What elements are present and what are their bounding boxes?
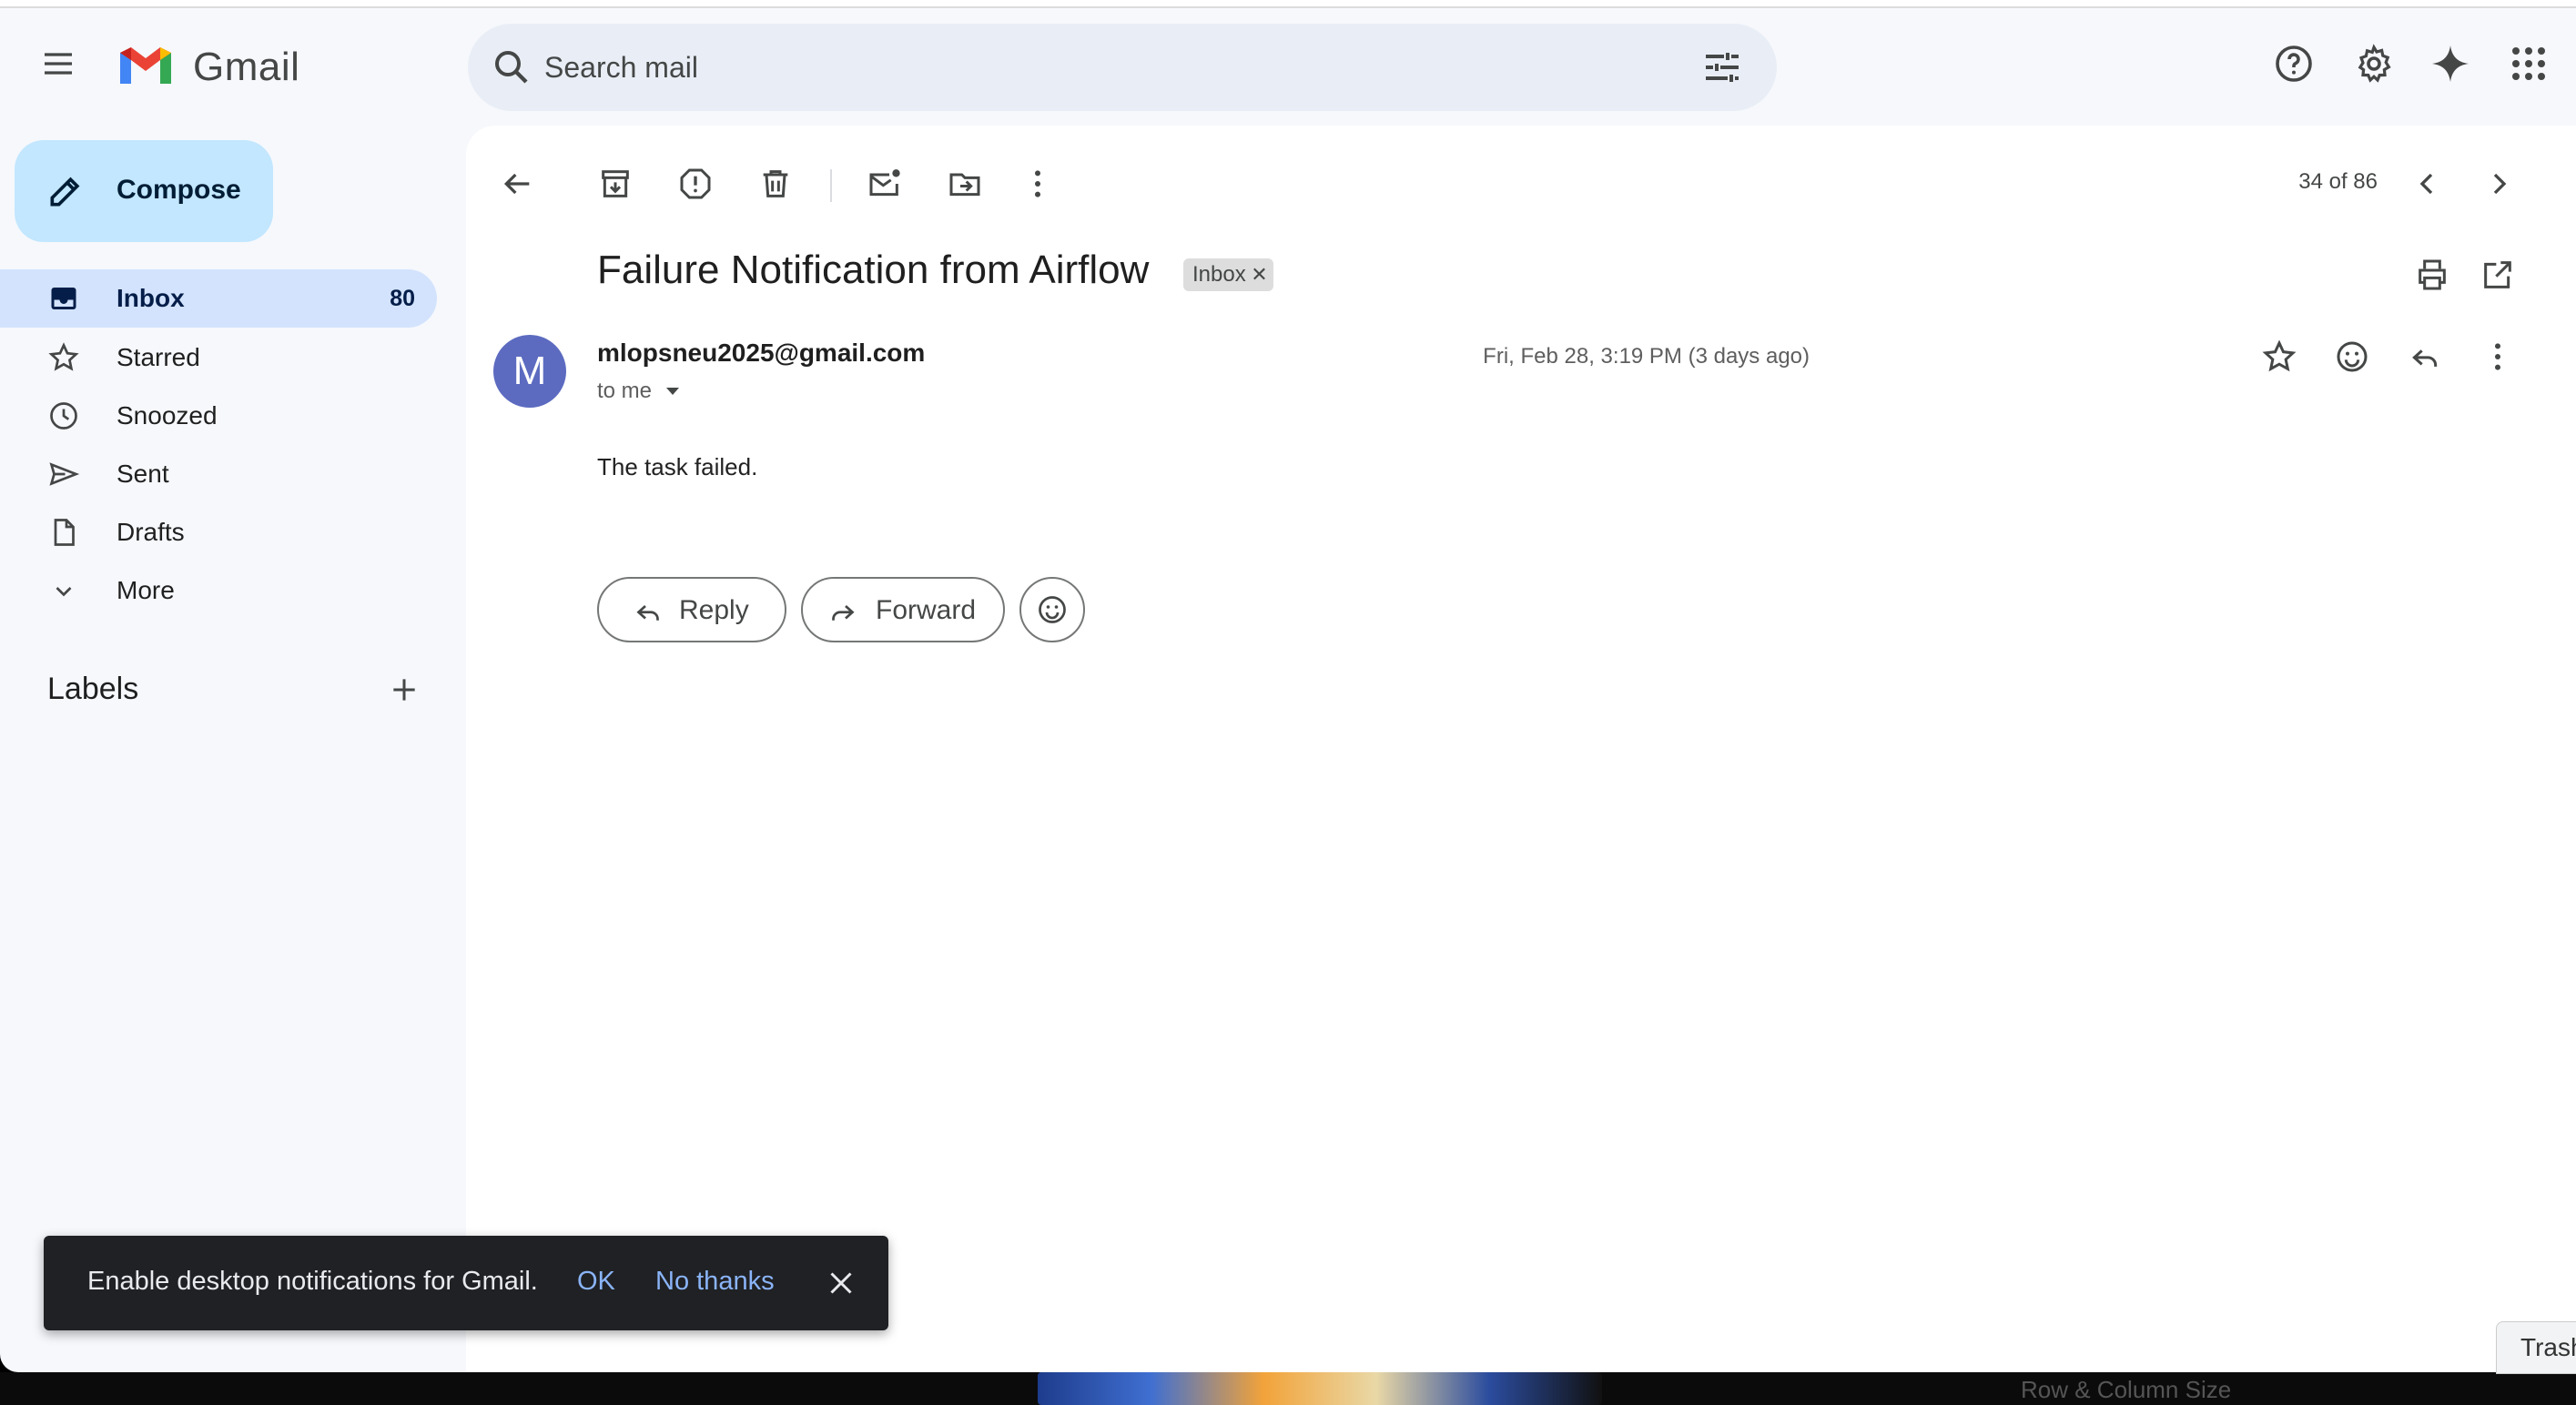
sidebar-item-label: Starred bbox=[117, 343, 200, 371]
desktop-strip-text: Row & Column Size bbox=[2021, 1376, 2232, 1403]
show-details-caret-icon[interactable] bbox=[664, 386, 681, 397]
compose-label: Compose bbox=[117, 175, 241, 205]
sidebar-item-label: Snoozed bbox=[117, 401, 218, 430]
sidebar-item-label: Sent bbox=[117, 460, 169, 488]
sidebar-item-snoozed[interactable]: Snoozed bbox=[0, 387, 437, 445]
search-icon[interactable] bbox=[490, 45, 533, 89]
move-to-folder-icon[interactable] bbox=[947, 166, 983, 202]
notification-snackbar: Enable desktop notifications for Gmail. … bbox=[44, 1236, 888, 1330]
close-icon[interactable] bbox=[825, 1267, 857, 1299]
email-subject: Failure Notification from Airflow bbox=[597, 248, 1150, 292]
print-icon[interactable] bbox=[2414, 257, 2450, 293]
send-icon bbox=[47, 458, 80, 490]
reply-arrow-icon[interactable] bbox=[2407, 339, 2443, 375]
pencil-icon bbox=[46, 171, 86, 211]
draft-icon bbox=[47, 516, 80, 549]
message-panel: 34 of 86 Failure Notification from Airfl… bbox=[466, 126, 2576, 1372]
recipient-text: to me bbox=[597, 379, 653, 403]
sidebar-item-more[interactable]: More bbox=[0, 561, 437, 620]
inbox-icon bbox=[47, 282, 80, 315]
newer-chevron-left-icon[interactable] bbox=[2409, 166, 2445, 202]
desktop-wallpaper-thumbnail bbox=[1038, 1372, 1602, 1405]
sidebar-item-label: More bbox=[117, 576, 175, 604]
forward-label: Forward bbox=[876, 595, 977, 625]
labels-heading: Labels bbox=[47, 672, 139, 706]
desktop-trash-tooltip[interactable]: Trash bbox=[2496, 1321, 2576, 1374]
settings-gear-icon[interactable] bbox=[2352, 42, 2396, 86]
window-top-edge bbox=[0, 0, 2576, 8]
help-icon[interactable] bbox=[2272, 42, 2316, 86]
message-date: Fri, Feb 28, 3:19 PM (3 days ago) bbox=[1483, 344, 1810, 369]
emoji-icon bbox=[1039, 596, 1066, 623]
clock-icon bbox=[47, 399, 80, 432]
sender-email[interactable]: mlopsneu2025@gmail.com bbox=[597, 339, 925, 368]
compose-button[interactable]: Compose bbox=[15, 140, 273, 242]
snackbar-ok-button[interactable]: OK bbox=[577, 1267, 615, 1297]
main-menu-icon[interactable] bbox=[40, 45, 76, 82]
search-options-icon[interactable] bbox=[1700, 45, 1744, 89]
snackbar-message: Enable desktop notifications for Gmail. bbox=[87, 1267, 538, 1296]
toolbar-divider bbox=[830, 169, 832, 202]
reply-label: Reply bbox=[679, 595, 749, 625]
gemini-sparkle-icon[interactable] bbox=[2429, 42, 2472, 86]
sender-avatar[interactable]: M bbox=[493, 335, 566, 408]
open-in-new-window-icon[interactable] bbox=[2480, 257, 2516, 293]
forward-button[interactable]: Forward bbox=[801, 577, 1005, 642]
pagination-text: 34 of 86 bbox=[2298, 169, 2378, 194]
remove-label-close-icon[interactable]: ✕ bbox=[1251, 258, 1267, 291]
unread-count-badge: 80 bbox=[390, 286, 415, 311]
chevron-down-icon bbox=[47, 574, 80, 607]
sidebar-item-label: Inbox bbox=[117, 284, 185, 312]
inbox-label-chip: Inbox ✕ bbox=[1183, 258, 1273, 291]
back-arrow-icon[interactable] bbox=[499, 166, 535, 202]
forward-icon bbox=[827, 595, 859, 628]
star-icon bbox=[47, 341, 80, 374]
report-spam-icon[interactable] bbox=[677, 166, 714, 202]
message-more-vert-icon[interactable] bbox=[2480, 339, 2516, 375]
reply-icon bbox=[632, 595, 664, 628]
more-vert-icon[interactable] bbox=[1019, 166, 1056, 202]
sidebar-item-label: Drafts bbox=[117, 518, 185, 546]
sidebar-item-inbox[interactable]: Inbox 80 bbox=[0, 269, 437, 328]
star-icon[interactable] bbox=[2261, 339, 2297, 375]
mark-unread-icon[interactable] bbox=[867, 166, 903, 202]
gmail-logo-icon[interactable] bbox=[117, 42, 175, 87]
search-input[interactable] bbox=[544, 44, 1637, 91]
delete-trash-icon[interactable] bbox=[757, 166, 794, 202]
gmail-window: Gmail Compose Inbox 80 bbox=[0, 0, 2576, 1372]
archive-icon[interactable] bbox=[597, 166, 634, 202]
sidebar-item-starred[interactable]: Starred bbox=[0, 329, 437, 387]
add-reaction-emoji-icon[interactable] bbox=[2334, 339, 2370, 375]
older-chevron-right-icon[interactable] bbox=[2481, 166, 2518, 202]
email-body: The task failed. bbox=[597, 453, 758, 480]
sidebar-item-drafts[interactable]: Drafts bbox=[0, 503, 437, 561]
gmail-wordmark: Gmail bbox=[193, 45, 300, 89]
snackbar-no-thanks-button[interactable]: No thanks bbox=[655, 1267, 775, 1297]
chip-label: Inbox bbox=[1192, 262, 1246, 287]
search-bar[interactable] bbox=[468, 24, 1777, 111]
reply-button[interactable]: Reply bbox=[597, 577, 786, 642]
sidebar-item-sent[interactable]: Sent bbox=[0, 445, 437, 503]
create-label-plus-icon[interactable] bbox=[386, 672, 422, 708]
apps-grid-icon[interactable] bbox=[2507, 42, 2551, 86]
emoji-reaction-button[interactable] bbox=[1019, 577, 1085, 642]
